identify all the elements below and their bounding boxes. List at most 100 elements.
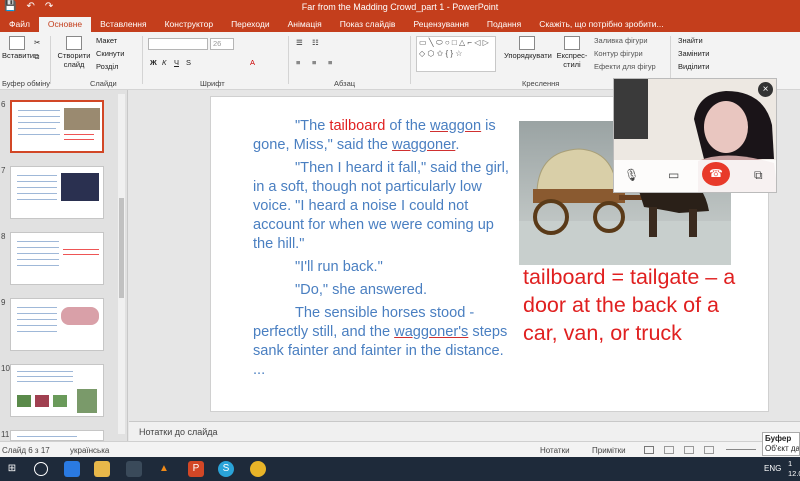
hang-up-button[interactable]: ☎ <box>702 162 730 186</box>
notes-button[interactable]: Нотатки <box>540 446 570 455</box>
clock[interactable]: 1 12.0 <box>788 459 800 479</box>
close-video-button[interactable]: × <box>758 82 773 97</box>
normal-view-icon[interactable] <box>644 446 654 454</box>
font-color-icon[interactable]: A <box>250 58 255 67</box>
align-right-icon[interactable]: ≡ <box>328 58 332 67</box>
vlc-icon[interactable]: ▲ <box>156 461 172 477</box>
shadow-icon[interactable]: S <box>186 58 191 67</box>
shape-fill-button[interactable]: Заливка фігури <box>594 36 648 45</box>
slide-number: 7 <box>1 166 6 175</box>
section-button[interactable]: Розділ <box>96 62 118 71</box>
divider <box>288 36 289 84</box>
tab-review[interactable]: Рецензування <box>404 17 477 32</box>
status-bar: Слайд 6 з 17 українська Нотатки Примітки <box>0 441 800 457</box>
slide-thumbnail-7[interactable] <box>10 166 104 219</box>
tab-transitions[interactable]: Переходи <box>222 17 279 32</box>
slide-thumbnail-9[interactable] <box>10 298 104 351</box>
movies-icon[interactable] <box>126 461 142 477</box>
keyboard-language[interactable]: ENG <box>764 464 781 473</box>
shape-outline-button[interactable]: Контур фігури <box>594 49 643 58</box>
search-icon[interactable] <box>34 462 48 476</box>
express-styles-button[interactable]: Експрес-стилі <box>556 36 588 69</box>
slide-number: 6 <box>1 100 6 109</box>
font-group-label: Шрифт <box>200 79 225 88</box>
shapes-gallery[interactable]: ▭ ╲ ⬭ ○ □ △ ⌐ ◁ ▷ ◇ ⬡ ✩ { } ☆ <box>416 36 496 72</box>
story-paragraph: The sensible horses stood - perfectly st… <box>253 305 508 378</box>
align-center-icon[interactable]: ≡ <box>312 58 316 67</box>
align-left-icon[interactable]: ≡ <box>296 58 300 67</box>
arrange-icon <box>519 36 535 50</box>
slide-sorter-icon[interactable] <box>664 446 674 454</box>
windows-start-icon[interactable]: ⊞ <box>4 461 20 477</box>
divider <box>670 36 671 84</box>
tell-me-box[interactable]: Скажіть, що потрібно зробити... <box>530 17 672 32</box>
slide-thumbnails-pane: 6 7 8 9 10 11 <box>0 90 128 441</box>
notes-pane[interactable]: Нотатки до слайда <box>129 421 800 441</box>
cut-icon[interactable]: ✂ <box>34 38 40 47</box>
layout-button[interactable]: Макет <box>96 36 117 45</box>
tab-file[interactable]: Файл <box>0 17 39 32</box>
comments-button[interactable]: Примітки <box>592 446 626 455</box>
paste-button[interactable]: Вставити <box>2 36 34 60</box>
font-name-field[interactable] <box>148 38 208 50</box>
scrollbar-thumb[interactable] <box>119 198 124 298</box>
tab-animations[interactable]: Анімація <box>279 17 331 32</box>
tab-insert[interactable]: Вставлення <box>91 17 155 32</box>
divider <box>410 36 411 84</box>
bold-icon[interactable]: Ж <box>150 58 157 67</box>
paste-icon <box>9 36 25 50</box>
chrome-icon[interactable] <box>250 461 266 477</box>
tab-slideshow[interactable]: Показ слайдів <box>331 17 405 32</box>
bullets-icon[interactable]: ☰ <box>296 38 303 47</box>
find-button[interactable]: Знайти <box>678 36 703 45</box>
reading-view-icon[interactable] <box>684 446 694 454</box>
arrange-button[interactable]: Упорядкувати <box>504 36 552 60</box>
font-size-field[interactable]: 26 <box>210 38 234 50</box>
slide-position: Слайд 6 з 17 <box>2 446 50 455</box>
definition-text[interactable]: tailboard = tailgate – a door at the bac… <box>523 263 753 347</box>
slide-thumbnail-6[interactable] <box>10 100 104 153</box>
slide-thumbnail-8[interactable] <box>10 232 104 285</box>
numbering-icon[interactable]: ☷ <box>312 38 319 47</box>
thumbnails-scrollbar[interactable] <box>118 94 125 434</box>
underline-icon[interactable]: Ч <box>174 58 179 67</box>
new-slide-button[interactable]: Створити слайд <box>56 36 92 69</box>
skype-icon[interactable]: S <box>218 461 234 477</box>
story-paragraph: "Then I heard it fall," said the girl, i… <box>253 160 509 252</box>
file-explorer-icon[interactable] <box>94 461 110 477</box>
highlight-word: tailboard <box>329 118 386 134</box>
tab-view[interactable]: Подання <box>478 17 530 32</box>
styles-icon <box>564 36 580 50</box>
slide-number: 9 <box>1 298 6 307</box>
italic-icon[interactable]: К <box>162 58 166 67</box>
windows-taskbar: ⊞ ▲ P S ENG 1 12.0 <box>0 457 800 481</box>
slide-number: 10 <box>1 364 10 373</box>
video-call-window[interactable]: × 🎙 ▭ ☎ ⧉ <box>613 78 777 193</box>
window-title: Far from the Madding Crowd_part 1 - Powe… <box>301 2 499 12</box>
shape-effects-button[interactable]: Ефекти для фігур <box>594 62 656 71</box>
clipboard-group-label: Буфер обміну <box>2 79 51 88</box>
divider <box>50 36 51 84</box>
select-button[interactable]: Виділити <box>678 62 709 71</box>
slideshow-icon[interactable] <box>704 446 714 454</box>
new-slide-icon <box>66 36 82 50</box>
copy-icon[interactable]: ⧉ <box>34 52 39 62</box>
paragraph-group-label: Абзац <box>334 79 356 88</box>
story-text-box[interactable]: "The tailboard of the waggon is gone, Mi… <box>253 117 509 384</box>
slide-thumbnail-10[interactable] <box>10 364 104 417</box>
call-controls: 🎙 ▭ ☎ ⧉ <box>614 160 776 192</box>
zoom-slider[interactable] <box>726 449 756 450</box>
edge-icon[interactable] <box>64 461 80 477</box>
expand-icon[interactable]: ⧉ <box>754 168 763 183</box>
powerpoint-icon[interactable]: P <box>188 461 204 477</box>
tab-design[interactable]: Конструктор <box>156 17 222 32</box>
story-paragraph: "Do," she answered. <box>295 282 428 298</box>
microphone-icon[interactable]: 🎙 <box>624 168 639 182</box>
reset-button[interactable]: Скинути <box>96 49 124 58</box>
replace-button[interactable]: Замінити <box>678 49 709 58</box>
tab-home[interactable]: Основне <box>38 17 92 32</box>
language-indicator[interactable]: українська <box>70 446 109 455</box>
drawing-group-label: Креслення <box>522 79 560 88</box>
camera-icon[interactable]: ▭ <box>668 168 679 182</box>
slide-thumbnail-11[interactable] <box>10 430 104 441</box>
